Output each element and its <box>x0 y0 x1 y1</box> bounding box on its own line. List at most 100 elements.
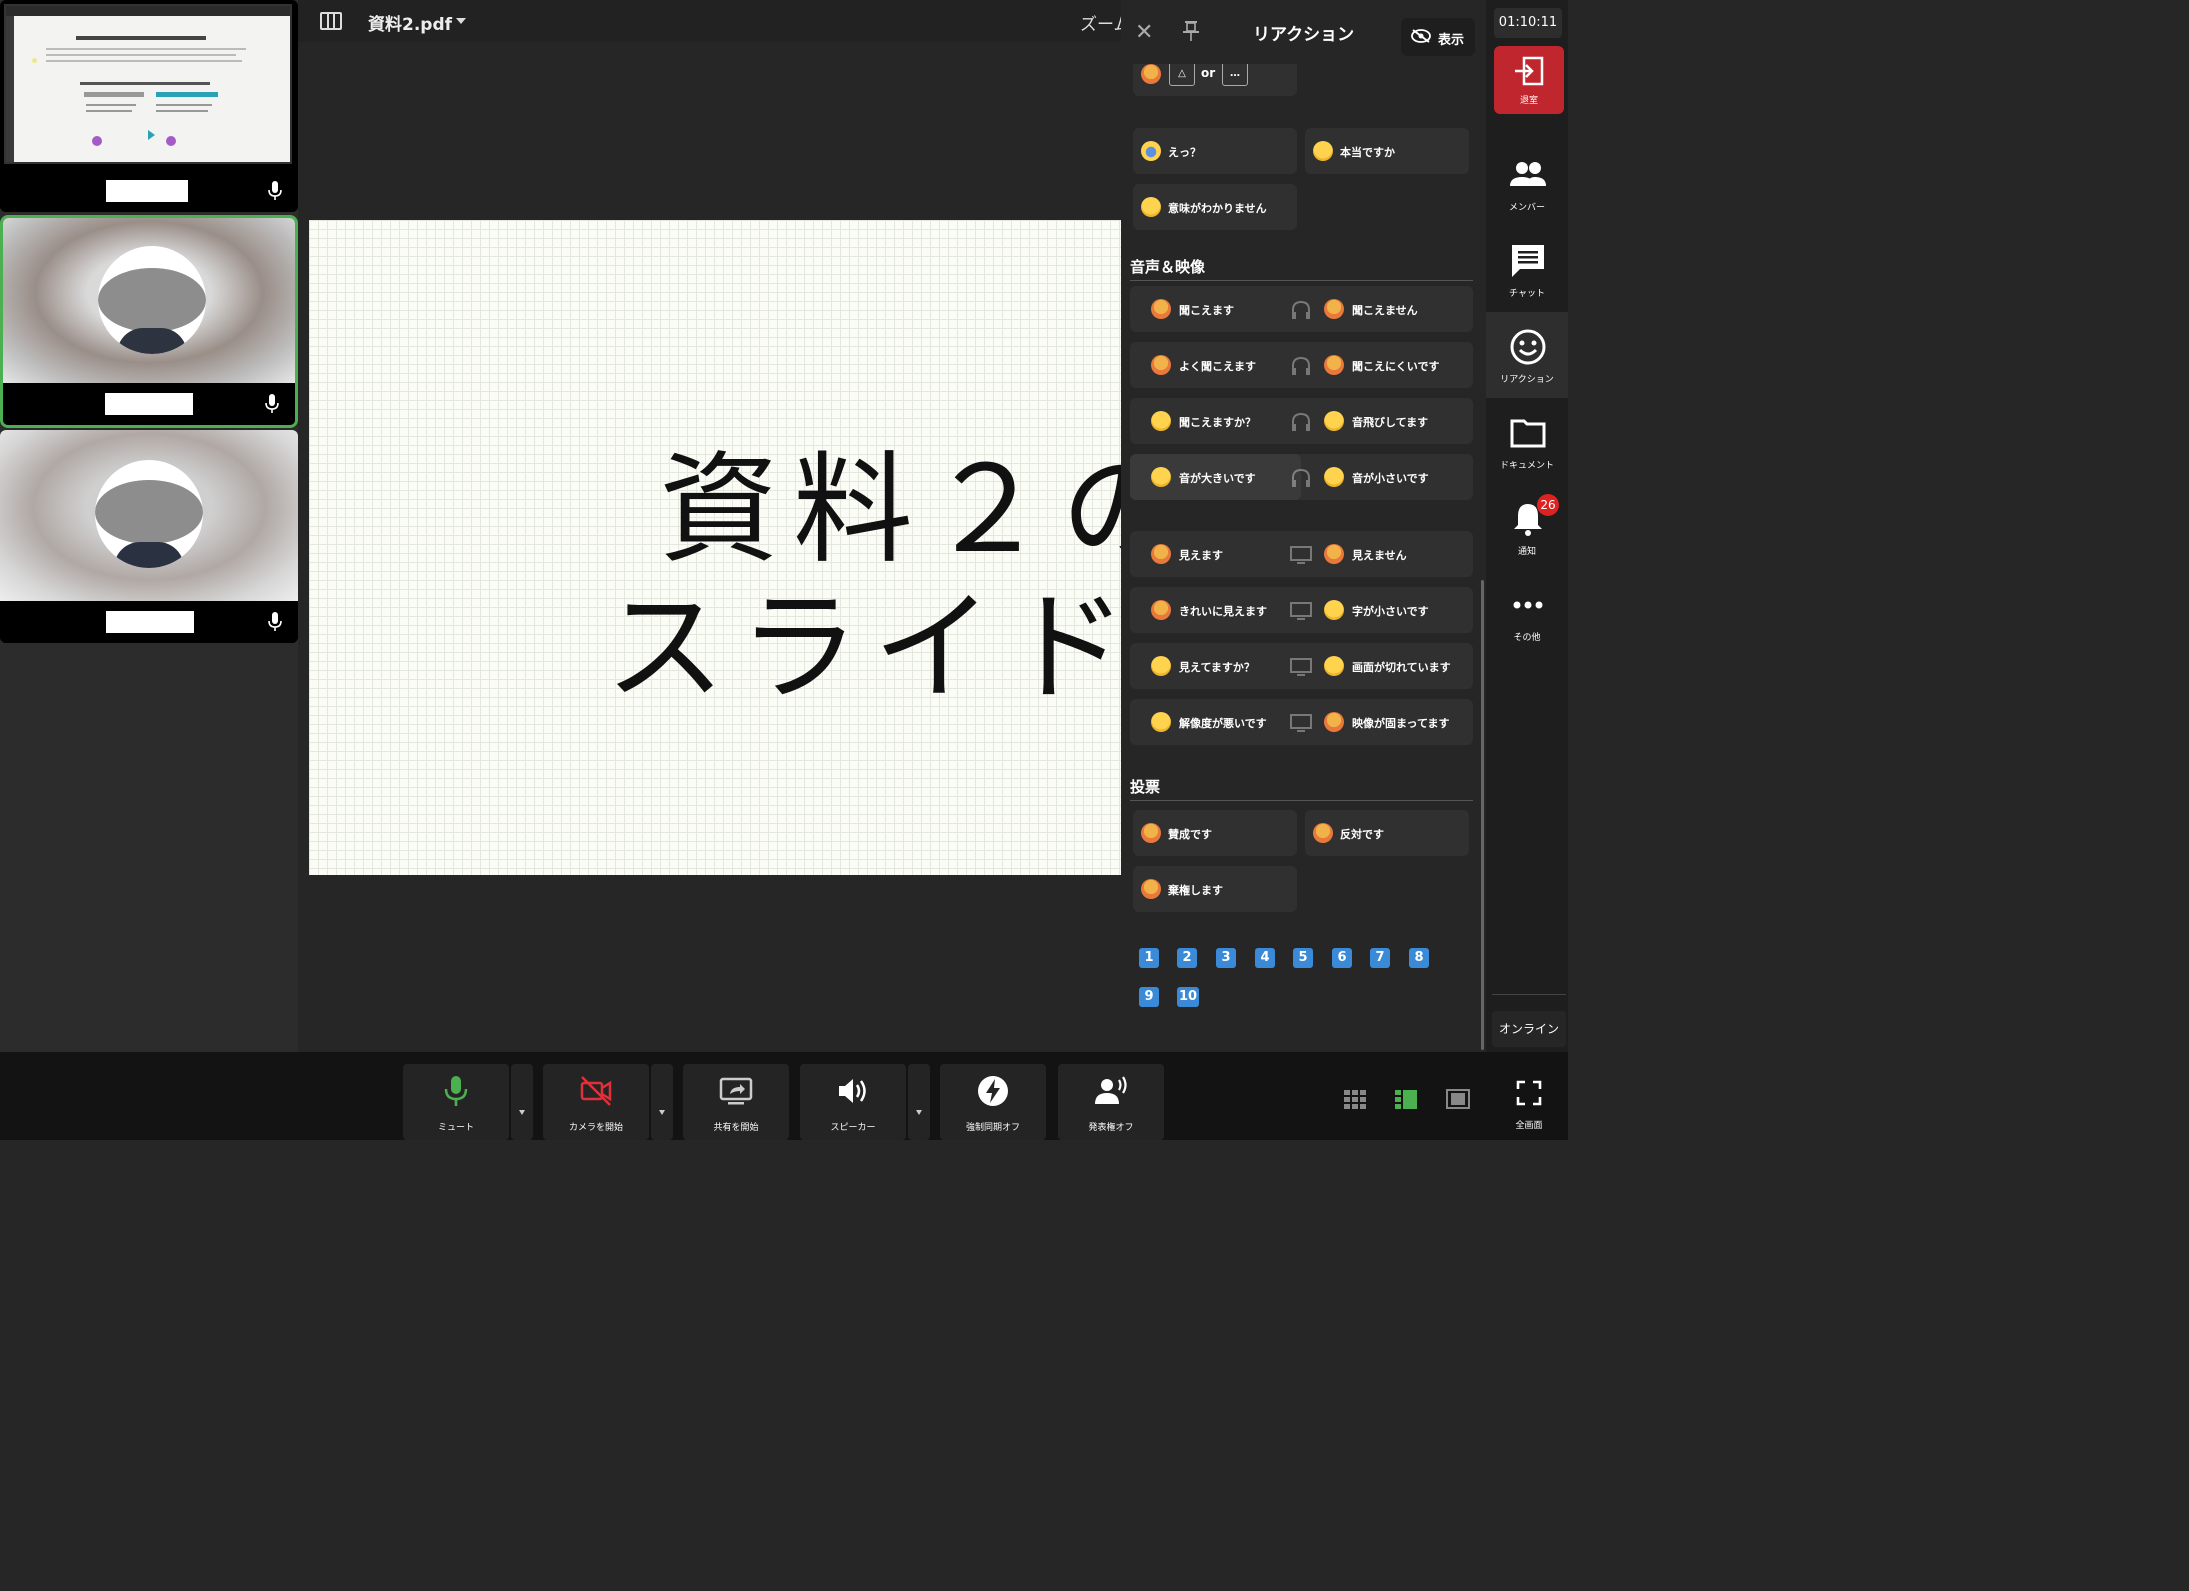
reaction-button[interactable]: 字が小さいです <box>1302 587 1473 633</box>
emoji-icon <box>1324 600 1344 620</box>
vote-button[interactable]: 反対です <box>1305 810 1469 856</box>
reaction-label: 字が小さいです <box>1352 605 1429 618</box>
exit-button[interactable]: 退室 <box>1494 46 1564 114</box>
pin-icon[interactable] <box>1183 20 1199 42</box>
force-sync-button[interactable]: 強制同期オフ <box>940 1064 1046 1140</box>
presenter-button[interactable]: 発表権オフ <box>1058 1064 1164 1140</box>
thinking-emoji-icon <box>1313 141 1333 161</box>
number-button-1[interactable]: 1 <box>1139 948 1159 968</box>
section-title-vote: 投票 <box>1130 778 1161 796</box>
number-button-4[interactable]: 4 <box>1255 948 1275 968</box>
presenter-label: 発表権オフ <box>1088 1123 1134 1133</box>
reaction-button[interactable]: 画面が切れています <box>1302 643 1473 689</box>
reaction-button[interactable]: 解像度が悪いです <box>1130 699 1301 745</box>
participant-tile-camera-2[interactable] <box>0 430 298 643</box>
vote-button[interactable]: 棄権します <box>1133 866 1297 912</box>
reaction-button[interactable]: 聞こえにくいです <box>1302 342 1473 388</box>
eye-off-icon <box>1411 29 1431 43</box>
nav-members[interactable]: メンバー <box>1486 140 1568 226</box>
participant-name-redacted <box>106 180 188 202</box>
reaction-button[interactable]: 音が小さいです <box>1302 454 1473 500</box>
reaction-pair-row: 見えてますか？ 画面が切れています <box>1130 643 1473 689</box>
reaction-button[interactable]: 聞こえません <box>1302 286 1473 332</box>
emoji-icon <box>1151 544 1171 564</box>
nav-label: 通知 <box>1517 547 1536 557</box>
number-button-7[interactable]: 7 <box>1370 948 1390 968</box>
document-title[interactable]: 資料2.pdf <box>368 10 452 35</box>
participant-tile-camera-1[interactable] <box>0 215 298 428</box>
mic-icon <box>444 1076 468 1106</box>
reaction-button[interactable]: 見えてますか？ <box>1130 643 1301 689</box>
speaker-button[interactable]: スピーカー <box>800 1064 906 1140</box>
reaction-label: 聞こえますか？ <box>1179 416 1256 429</box>
nav-chat[interactable]: チャット <box>1486 226 1568 312</box>
emoji-icon <box>1324 544 1344 564</box>
scream-emoji-icon <box>1141 141 1161 161</box>
nav-label: メンバー <box>1508 203 1545 213</box>
right-navigation: 01:10:11 退室 メンバー チャット リアクション ドキュメント 通知 2… <box>1486 0 1568 1052</box>
reaction-button[interactable]: 見えません <box>1302 531 1473 577</box>
vote-label: 棄権します <box>1168 884 1223 897</box>
mute-button[interactable]: ミュート <box>403 1064 509 1140</box>
emoji-icon <box>1151 355 1171 375</box>
reaction-label: 音が大きいです <box>1179 472 1256 485</box>
focus-layout-icon[interactable] <box>1446 1088 1470 1110</box>
reaction-label: よく聞こえます <box>1179 360 1256 373</box>
section-divider <box>1130 800 1473 801</box>
number-button-6[interactable]: 6 <box>1332 948 1352 968</box>
tile-footer <box>0 170 298 212</box>
sidebar-layout-icon[interactable] <box>1394 1088 1418 1110</box>
participant-name-redacted <box>106 611 194 633</box>
number-button-5[interactable]: 5 <box>1293 948 1313 968</box>
camera-options-dropdown[interactable] <box>651 1064 673 1140</box>
nav-more[interactable]: その他 <box>1486 570 1568 656</box>
nav-documents[interactable]: ドキュメント <box>1486 398 1568 484</box>
reaction-button[interactable]: 本当ですか <box>1305 128 1469 174</box>
vote-button[interactable]: 賛成です <box>1133 810 1297 856</box>
reaction-button[interactable]: 見えます <box>1130 531 1301 577</box>
reaction-label: 解像度が悪いです <box>1179 717 1267 730</box>
mute-options-dropdown[interactable] <box>511 1064 533 1140</box>
speaker-options-dropdown[interactable] <box>908 1064 930 1140</box>
number-button-2[interactable]: 2 <box>1177 948 1197 968</box>
reaction-button[interactable]: きれいに見えます <box>1130 587 1301 633</box>
page-grid-icon[interactable] <box>320 12 342 30</box>
reaction-pair-row: 見えます 見えません <box>1130 531 1473 577</box>
online-status-button[interactable]: オンライン <box>1492 1011 1566 1047</box>
reaction-button[interactable]: 聞こえますか？ <box>1130 398 1301 444</box>
chevron-down-icon[interactable] <box>456 18 466 24</box>
mic-icon <box>265 394 279 413</box>
number-button-8[interactable]: 8 <box>1409 948 1429 968</box>
number-button-10[interactable]: 10 <box>1177 987 1199 1007</box>
reaction-label: 本当ですか <box>1340 146 1395 159</box>
show-toggle-button[interactable]: 表示 <box>1401 18 1475 56</box>
camera-button[interactable]: カメラを開始 <box>543 1064 649 1140</box>
share-button[interactable]: 共有を開始 <box>683 1064 789 1140</box>
panel-scrollbar[interactable] <box>1481 580 1484 1050</box>
reaction-label: 見えます <box>1179 549 1223 562</box>
nav-label: その他 <box>1513 633 1541 643</box>
participant-tile-screenshare[interactable] <box>0 0 298 212</box>
reaction-button[interactable]: えっ？ <box>1133 128 1297 174</box>
reaction-button[interactable]: 音飛びしてます <box>1302 398 1473 444</box>
reaction-pair-row: 解像度が悪いです 映像が固まってます <box>1130 699 1473 745</box>
nav-reaction[interactable]: リアクション <box>1486 312 1568 398</box>
slide-text-line-2: スライド <box>605 579 1121 718</box>
close-icon[interactable]: ✕ <box>1135 20 1153 45</box>
reaction-button[interactable]: 聞こえます <box>1130 286 1301 332</box>
reaction-button[interactable]: 意味がわかりません <box>1133 184 1297 230</box>
reaction-button[interactable]: 映像が固まってます <box>1302 699 1473 745</box>
reaction-label: 音飛びしてます <box>1352 416 1429 429</box>
exit-icon <box>1515 56 1544 86</box>
members-icon <box>1510 162 1546 186</box>
fullscreen-label: 全画面 <box>1515 1121 1543 1131</box>
emoji-icon <box>1141 823 1161 843</box>
number-button-9[interactable]: 9 <box>1139 987 1159 1007</box>
number-button-3[interactable]: 3 <box>1216 948 1236 968</box>
reaction-button[interactable]: よく聞こえます <box>1130 342 1301 388</box>
grid-layout-icon[interactable] <box>1343 1088 1367 1110</box>
reaction-button[interactable]: 音が大きいです <box>1130 454 1301 500</box>
fullscreen-button[interactable]: 全画面 <box>1500 1074 1558 1134</box>
emoji-icon <box>1141 64 1161 84</box>
emoji-icon <box>1151 600 1171 620</box>
